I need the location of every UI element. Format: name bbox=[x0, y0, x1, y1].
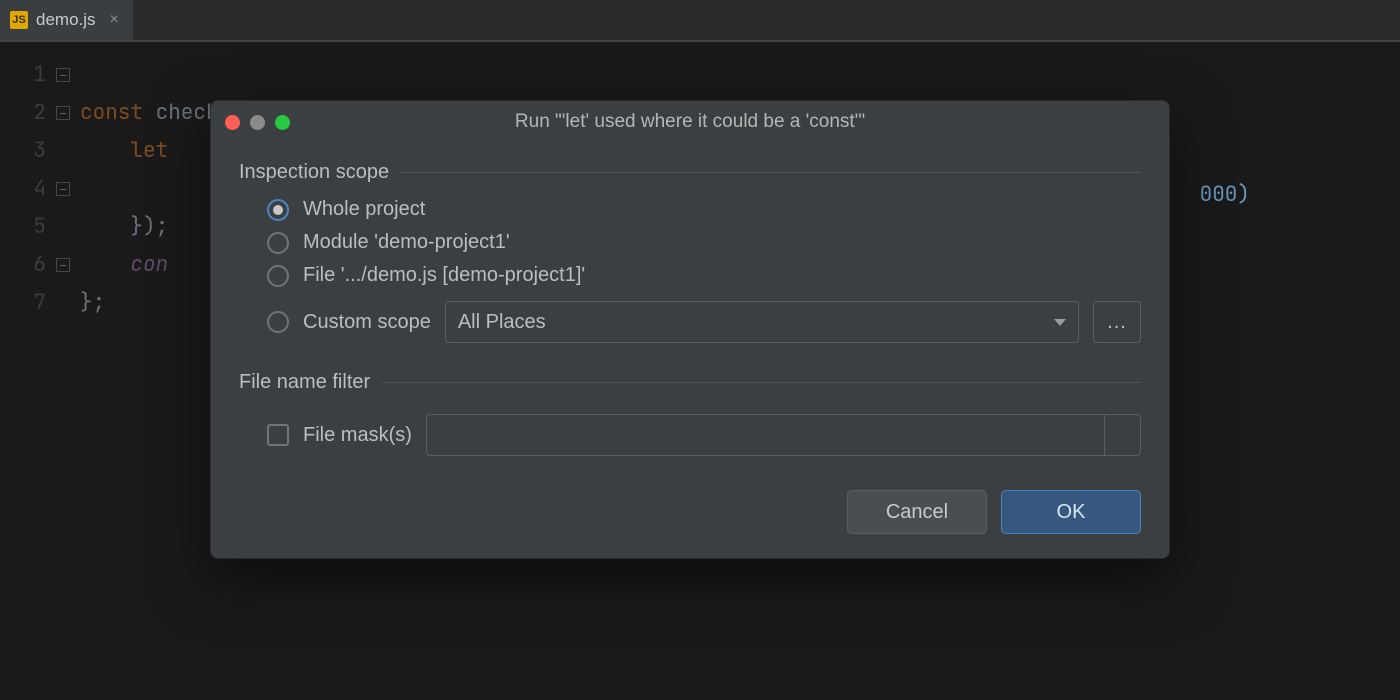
radio-whole-project[interactable]: Whole project bbox=[267, 198, 1141, 221]
ok-button[interactable]: OK bbox=[1001, 490, 1141, 534]
section-file-name-filter: File name filter bbox=[239, 371, 1141, 394]
file-mask-text-field[interactable] bbox=[427, 415, 1104, 455]
line-number-gutter: 1 2 3 4 5 6 7 bbox=[0, 56, 52, 700]
line-number: 5 bbox=[0, 208, 46, 246]
fold-marker-icon[interactable] bbox=[56, 106, 70, 120]
window-zoom-icon[interactable] bbox=[275, 115, 290, 130]
code-token: }; bbox=[80, 289, 105, 316]
file-mask-input[interactable] bbox=[426, 414, 1141, 456]
close-tab-icon[interactable]: × bbox=[110, 11, 119, 29]
dialog-title: Run "'let' used where it could be a 'con… bbox=[211, 111, 1169, 133]
window-controls bbox=[211, 115, 290, 130]
scope-more-button[interactable]: ... bbox=[1093, 301, 1141, 343]
fold-marker-icon[interactable] bbox=[56, 182, 70, 196]
file-mask-dropdown[interactable] bbox=[1104, 415, 1140, 455]
line-number: 3 bbox=[0, 132, 46, 170]
cancel-button[interactable]: Cancel bbox=[847, 490, 987, 534]
tab-label: demo.js bbox=[36, 10, 96, 30]
radio-icon bbox=[267, 232, 289, 254]
section-label: Inspection scope bbox=[239, 161, 389, 184]
line-number: 1 bbox=[0, 56, 46, 94]
file-mask-label: File mask(s) bbox=[303, 424, 412, 447]
custom-scope-select[interactable]: All Places bbox=[445, 301, 1079, 343]
code-token: con bbox=[130, 251, 168, 278]
line-number: 2 bbox=[0, 94, 46, 132]
js-file-icon: JS bbox=[10, 11, 28, 29]
select-value: All Places bbox=[458, 311, 546, 334]
fold-gutter bbox=[52, 56, 80, 700]
window-minimize-icon[interactable] bbox=[250, 115, 265, 130]
fold-marker-icon[interactable] bbox=[56, 68, 70, 82]
radio-module[interactable]: Module 'demo-project1' bbox=[267, 231, 1141, 254]
code-fragment-visible: 000) bbox=[1200, 176, 1250, 214]
file-mask-checkbox[interactable] bbox=[267, 424, 289, 446]
radio-label: File '.../demo.js [demo-project1]' bbox=[303, 264, 585, 287]
chevron-down-icon bbox=[1054, 319, 1066, 326]
radio-label: Module 'demo-project1' bbox=[303, 231, 510, 254]
code-token bbox=[80, 251, 130, 278]
radio-icon bbox=[267, 199, 289, 221]
line-number: 7 bbox=[0, 284, 46, 322]
line-number: 6 bbox=[0, 246, 46, 284]
code-token: const bbox=[80, 99, 143, 126]
code-token bbox=[80, 137, 130, 164]
code-token: }); bbox=[130, 213, 168, 240]
window-close-icon[interactable] bbox=[225, 115, 240, 130]
code-token: let bbox=[130, 137, 168, 164]
tab-demo-js[interactable]: JS demo.js × bbox=[0, 0, 133, 40]
radio-custom-scope[interactable] bbox=[267, 311, 289, 333]
radio-label: Whole project bbox=[303, 198, 425, 221]
radio-file[interactable]: File '.../demo.js [demo-project1]' bbox=[267, 264, 1141, 287]
code-token bbox=[80, 213, 130, 240]
line-number: 4 bbox=[0, 170, 46, 208]
radio-icon bbox=[267, 265, 289, 287]
section-label: File name filter bbox=[239, 371, 370, 394]
run-inspection-dialog: Run "'let' used where it could be a 'con… bbox=[210, 100, 1170, 559]
tab-bar: JS demo.js × bbox=[0, 0, 1400, 40]
divider bbox=[401, 172, 1141, 173]
dialog-titlebar[interactable]: Run "'let' used where it could be a 'con… bbox=[211, 101, 1169, 143]
divider bbox=[382, 382, 1141, 383]
fold-marker-icon[interactable] bbox=[56, 258, 70, 272]
section-inspection-scope: Inspection scope bbox=[239, 161, 1141, 184]
radio-label: Custom scope bbox=[303, 311, 431, 334]
